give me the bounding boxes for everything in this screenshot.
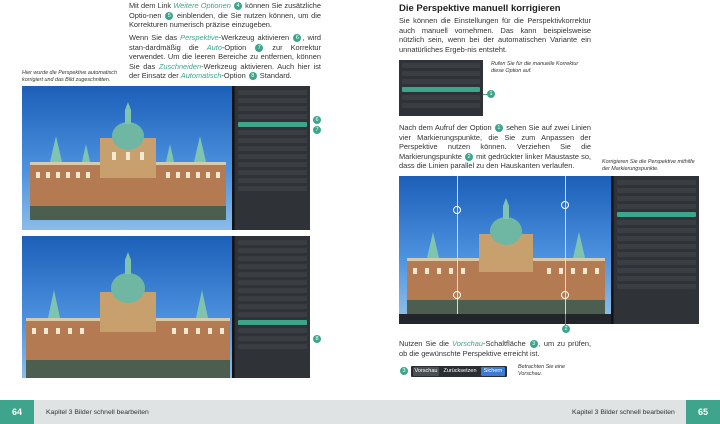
right-paragraph-3: Nutzen Sie die Vorschau-Schaltfläche 3, …	[399, 339, 592, 358]
callout-1: 1	[487, 90, 495, 98]
callout-8: 8	[313, 335, 321, 343]
right-page-number: 65	[686, 400, 720, 424]
right-intro: Sie können die Einstellungen für die Per…	[399, 16, 591, 54]
building-illustration	[30, 102, 226, 220]
perspektive-row[interactable]	[402, 87, 480, 92]
marker-point-top-left[interactable]	[453, 206, 461, 214]
callout-2: 2	[562, 325, 570, 333]
left-paragraph-1: Mit dem Link Weitere Optionen 4 können S…	[129, 1, 321, 30]
callout-6-inline: 6	[293, 34, 302, 43]
callout-7-inline: 7	[255, 43, 264, 52]
right-caption-3: Betrachten Sie eine Vorschau.	[518, 364, 566, 377]
building-illustration-2	[26, 252, 230, 378]
callout-1-inline: 1	[494, 124, 503, 133]
left-page-number: 64	[0, 400, 34, 424]
callout-5: 5	[165, 11, 174, 20]
screenshot-cropped	[22, 236, 310, 378]
marker-point-bottom-left[interactable]	[453, 291, 461, 299]
settings-panel-1	[234, 86, 310, 230]
callout-2-line	[565, 314, 566, 325]
perspective-row-1[interactable]	[238, 122, 307, 127]
right-paragraph-2: Nach dem Aufruf der Option 1 sehen Sie a…	[399, 123, 592, 171]
right-heading: Die Perspektive manuell korrigieren	[399, 3, 561, 14]
marker-point-bottom-right[interactable]	[561, 291, 569, 299]
perspective-options-panel	[399, 60, 483, 116]
settings-panel-2	[234, 236, 310, 378]
right-caption-2: Korrigieren Sie die Perspektive mithilfe…	[602, 159, 695, 172]
weitere-optionen-link: Weitere Optionen	[173, 1, 231, 10]
callout-2-inline: 2	[464, 152, 473, 161]
callout-3: 3	[400, 367, 408, 375]
settings-panel-3	[613, 176, 699, 324]
right-chapter-label: Kapitel 3 Bilder schnell bearbeiten	[572, 409, 675, 416]
screenshot-auto-perspective	[22, 86, 310, 230]
zuruecksetzen-button[interactable]: Zurücksetzen	[442, 367, 478, 376]
vorschau-button[interactable]: Vorschau	[413, 367, 439, 376]
marker-point-top-right[interactable]	[561, 201, 569, 209]
action-button-bar: Vorschau Zurücksetzen Sichern	[411, 366, 507, 377]
perspektive-row-3[interactable]	[617, 212, 696, 217]
callout-6: 6	[313, 116, 321, 124]
crop-row[interactable]	[238, 320, 307, 325]
callout-3-inline: 3	[529, 340, 538, 349]
bottom-toolbar	[399, 314, 611, 324]
callout-4: 4	[233, 2, 242, 11]
right-caption-1: Rufen Sie für die manuelle Korrektur die…	[491, 61, 579, 74]
sichern-button[interactable]: Sichern	[481, 367, 505, 376]
left-caption: Hier wurde die Perspektive automatisch k…	[22, 70, 117, 83]
left-paragraph-2: Wenn Sie das Perspektive-Werkzeug aktivi…	[129, 33, 321, 81]
left-chapter-label: Kapitel 3 Bilder schnell bearbeiten	[46, 409, 149, 416]
callout-8-inline: 8	[248, 72, 257, 81]
building-illustration-3	[407, 198, 605, 314]
callout-7: 7	[313, 126, 321, 134]
screenshot-manual-perspective	[399, 176, 699, 324]
